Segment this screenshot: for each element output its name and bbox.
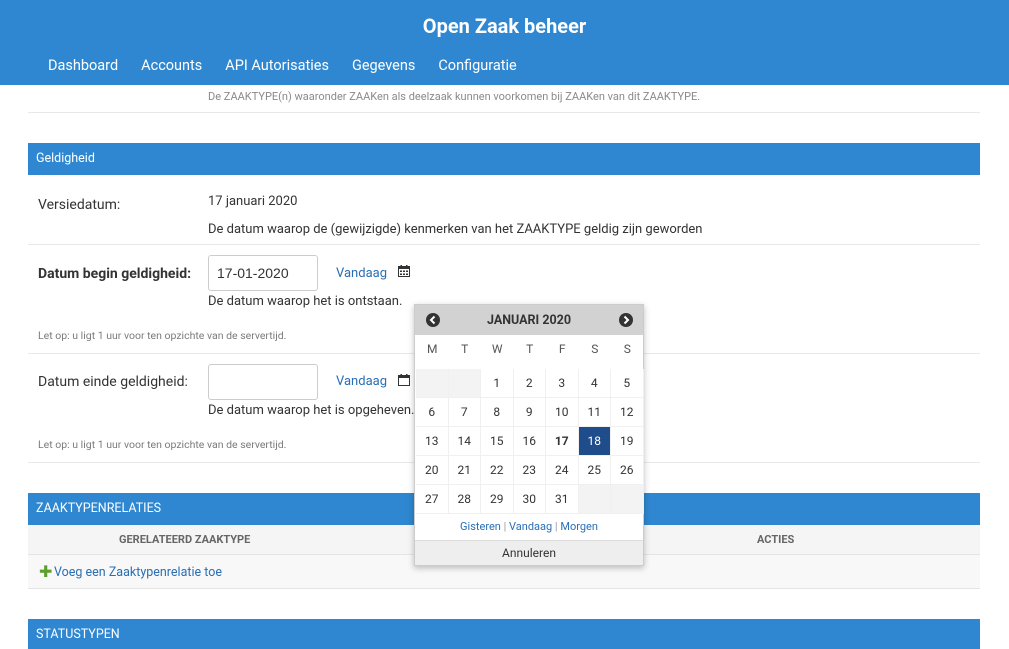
calendar-day[interactable]: 20 [416,456,449,485]
server-time-note: Let op: u ligt 1 uur voor ten opzichte v… [38,329,287,342]
calendar-day[interactable]: 19 [611,427,644,456]
calendar-day[interactable]: 1 [481,369,514,398]
datum-einde-today-link[interactable]: Vandaag [336,374,387,389]
add-zaaktypenrelatie-link[interactable]: Voeg een Zaaktypenrelatie toe [54,565,222,580]
calendar-day[interactable]: 29 [481,485,514,514]
calendar-month-label: JANUARI 2020 [486,313,572,328]
column-header-acties: ACTIES [757,533,795,546]
calendar-day[interactable]: 5 [611,369,644,398]
calendar-header: JANUARI 2020 [415,305,643,335]
versiedatum-help: De datum waarop de (gewijzigde) kenmerke… [208,222,703,237]
server-time-note: Let op: u ligt 1 uur voor ten opzichte v… [38,438,287,451]
tomorrow-link[interactable]: Morgen [560,520,598,533]
datum-einde-help: De datum waarop het is opgeheven. [208,403,415,418]
calendar-popup: JANUARI 2020 MTWTFSS 1 2 3 4 5 6 7 8 9 10 11 12 13 14… [414,304,644,566]
next-month-icon[interactable] [619,313,633,327]
datum-begin-input[interactable] [208,255,318,291]
calendar-icon[interactable] [398,265,410,277]
calendar-day[interactable]: 15 [481,427,514,456]
calendar-day[interactable]: 31 [546,485,579,514]
calendar-day[interactable]: 24 [546,456,579,485]
calendar-day[interactable]: 18 [578,427,611,456]
top-header: Open Zaak beheer Dashboard Accounts API … [0,0,1009,85]
calendar-day[interactable]: 28 [448,485,481,514]
cancel-button[interactable]: Annuleren [415,540,643,565]
yesterday-link[interactable]: Gisteren [460,520,501,533]
nav-gegevens[interactable]: Gegevens [352,57,415,74]
nav-configuratie[interactable]: Configuratie [438,57,516,74]
nav-api-autorisaties[interactable]: API Autorisaties [225,57,329,74]
weekday-label: S [623,342,631,356]
calendar-day[interactable]: 30 [513,485,546,514]
divider [28,244,980,245]
calendar-day[interactable]: 2 [513,369,546,398]
nav-accounts[interactable]: Accounts [141,57,202,74]
calendar-day[interactable]: 4 [578,369,611,398]
calendar-day[interactable]: 9 [513,398,546,427]
calendar-empty-cell [448,369,481,398]
calendar-day[interactable]: 23 [513,456,546,485]
weekday-label: T [526,342,534,356]
geldigheid-section-header: Geldigheid [28,143,980,175]
calendar-empty-cell [578,485,611,514]
nav-dashboard[interactable]: Dashboard [48,57,118,74]
calendar-day[interactable]: 10 [546,398,579,427]
weekday-label: W [491,342,503,356]
calendar-day[interactable]: 3 [546,369,579,398]
calendar-quick-links: Gisteren | Vandaag | Morgen [415,520,643,533]
calendar-day[interactable]: 12 [611,398,644,427]
plus-icon: ✚ [39,562,53,581]
calendar-icon[interactable] [398,374,410,386]
calendar-day[interactable]: 8 [481,398,514,427]
datum-einde-input[interactable] [208,364,318,400]
today-link[interactable]: Vandaag [509,520,552,533]
weekday-label: M [427,342,438,356]
calendar-day[interactable]: 13 [416,427,449,456]
calendar-empty-cell [611,485,644,514]
column-header-gerelateerd-zaaktype: GERELATEERD ZAAKTYPE [119,533,251,546]
datum-begin-help: De datum waarop het is ontstaan. [208,294,403,309]
calendar-day[interactable]: 21 [448,456,481,485]
calendar-empty-cell [416,369,449,398]
weekday-label: T [461,342,469,356]
versiedatum-value: 17 januari 2020 [208,194,298,209]
calendar-day[interactable]: 25 [578,456,611,485]
datum-begin-label: Datum begin geldigheid: [38,266,192,282]
calendar-day[interactable]: 6 [416,398,449,427]
calendar-day[interactable]: 22 [481,456,514,485]
calendar-day[interactable]: 11 [578,398,611,427]
deelzaak-help-text: De ZAAKTYPE(n) waaronder ZAAKen als deel… [208,90,701,103]
datum-begin-today-link[interactable]: Vandaag [336,266,387,281]
app-title: Open Zaak beheer [422,14,587,38]
calendar-day[interactable]: 27 [416,485,449,514]
main-nav: Dashboard Accounts API Autorisaties Gege… [48,57,540,74]
weekday-label: F [558,342,566,356]
calendar-day[interactable]: 16 [513,427,546,456]
calendar-day[interactable]: 17 [546,427,579,456]
versiedatum-label: Versiedatum: [38,197,121,213]
calendar-day[interactable]: 26 [611,456,644,485]
weekday-label: S [591,342,599,356]
divider [28,112,980,113]
datum-einde-label: Datum einde geldigheid: [38,374,188,390]
calendar-day[interactable]: 14 [448,427,481,456]
statustypen-section-header: STATUSTYPEN [28,619,980,649]
calendar-day[interactable]: 7 [448,398,481,427]
